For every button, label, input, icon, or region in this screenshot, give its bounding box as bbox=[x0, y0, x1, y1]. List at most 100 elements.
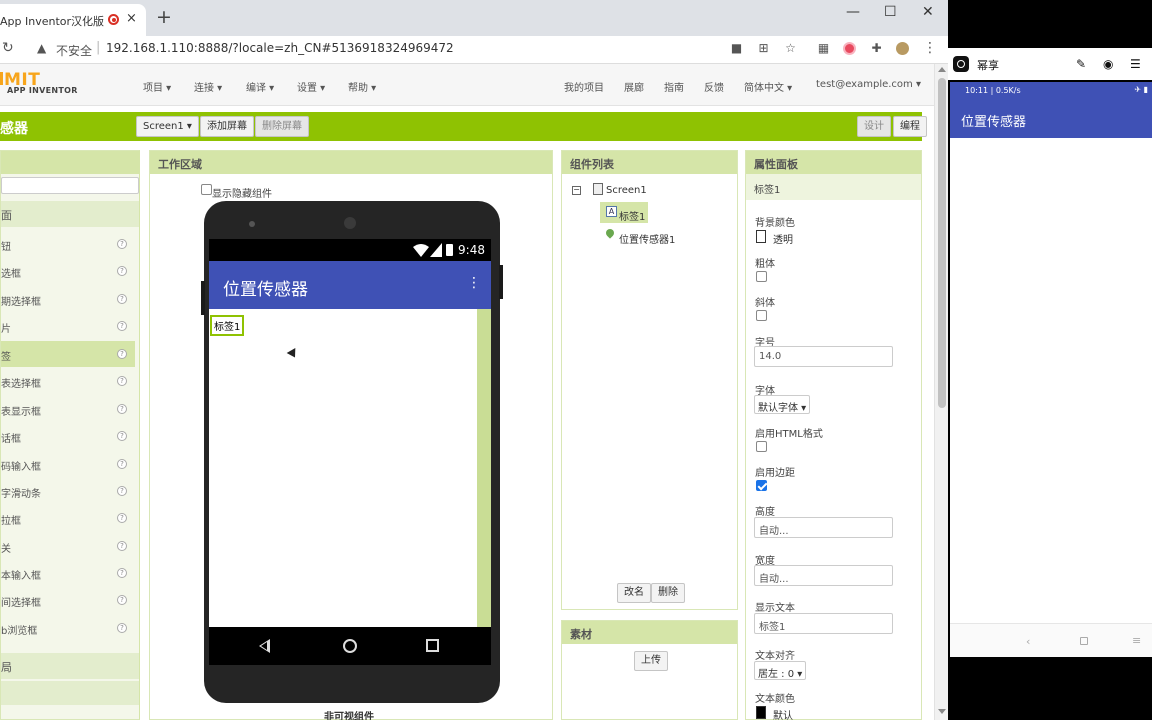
account-dropdown[interactable]: test@example.com ▾ bbox=[816, 79, 921, 90]
minimize-icon[interactable]: — bbox=[846, 4, 860, 20]
menu-settings[interactable]: 设置 ▾ bbox=[297, 79, 325, 94]
html-format-checkbox[interactable] bbox=[756, 441, 767, 452]
has-margins-checkbox[interactable] bbox=[756, 480, 767, 491]
add-screen-button[interactable]: 添加屏幕 bbox=[200, 116, 254, 137]
browser-menu-icon[interactable]: ⋮ bbox=[923, 41, 937, 55]
palette-item[interactable]: 字滑动条? bbox=[1, 478, 135, 504]
help-icon[interactable]: ? bbox=[117, 541, 127, 551]
bg-color-swatch[interactable] bbox=[756, 230, 766, 243]
palette-category-next[interactable] bbox=[1, 681, 139, 705]
help-icon[interactable]: ? bbox=[117, 404, 127, 414]
help-icon[interactable]: ? bbox=[117, 623, 127, 633]
record-icon[interactable]: ◉ bbox=[1103, 57, 1113, 71]
mirror-app-body[interactable] bbox=[950, 138, 1152, 623]
menu-build[interactable]: 编译 ▾ bbox=[246, 79, 274, 94]
camera-icon[interactable]: ■ bbox=[730, 42, 743, 55]
remove-screen-button[interactable]: 删除屏幕 bbox=[255, 116, 309, 137]
help-icon[interactable]: ? bbox=[117, 239, 127, 249]
language-dropdown[interactable]: 简体中文 ▾ bbox=[744, 79, 792, 94]
show-hidden-checkbox[interactable] bbox=[201, 184, 212, 195]
text-align-dropdown[interactable]: 居左 : 0 ▾ bbox=[754, 661, 807, 680]
scroll-up-icon[interactable] bbox=[938, 67, 946, 72]
help-icon[interactable]: ? bbox=[117, 349, 127, 359]
menu-connect[interactable]: 连接 ▾ bbox=[194, 79, 222, 94]
collapse-icon[interactable]: − bbox=[572, 186, 581, 195]
palette-search-input[interactable] bbox=[1, 177, 139, 194]
mirror-home-icon[interactable] bbox=[1080, 637, 1088, 645]
qr-code-icon[interactable]: ▦ bbox=[817, 42, 830, 55]
text-color-swatch[interactable] bbox=[756, 706, 766, 719]
delete-button[interactable]: 删除 bbox=[651, 583, 685, 603]
tree-item-label1[interactable]: 标签1 bbox=[619, 208, 645, 223]
reload-icon[interactable]: ↻ bbox=[2, 40, 14, 56]
help-icon[interactable]: ? bbox=[117, 294, 127, 304]
palette-category-layout[interactable]: 局 bbox=[1, 653, 139, 679]
tab-close-icon[interactable]: × bbox=[126, 11, 137, 26]
help-icon[interactable]: ? bbox=[117, 513, 127, 523]
palette-item[interactable]: 间选择框? bbox=[1, 587, 135, 613]
menu-project[interactable]: 项目 ▾ bbox=[143, 79, 171, 94]
palette-item[interactable]: 本输入框? bbox=[1, 560, 135, 586]
label1-component[interactable]: 标签1 bbox=[210, 315, 245, 336]
designer-button[interactable]: 设计 bbox=[857, 116, 891, 137]
blocks-button[interactable]: 编程 bbox=[893, 116, 927, 137]
tree-item-location-sensor1[interactable]: 位置传感器1 bbox=[619, 231, 675, 246]
mirror-menu-nav-icon[interactable]: ≡ bbox=[1132, 634, 1141, 647]
profile-avatar[interactable] bbox=[896, 42, 909, 55]
install-icon[interactable]: ⊞ bbox=[757, 42, 770, 55]
phone-screen-body[interactable]: 标签1 bbox=[209, 309, 491, 627]
scroll-down-icon[interactable] bbox=[938, 709, 946, 714]
rename-button[interactable]: 改名 bbox=[617, 583, 651, 603]
help-icon[interactable]: ? bbox=[117, 568, 127, 578]
mirror-phone-screen[interactable]: 10:11 | 0.5K/s ✈ ▮ 位置传感器 ‹ ≡ bbox=[950, 82, 1152, 657]
height-input[interactable]: 自动... bbox=[754, 517, 893, 538]
palette-item[interactable]: 期选择框? bbox=[1, 286, 135, 312]
help-icon[interactable]: ? bbox=[117, 486, 127, 496]
palette-item[interactable]: 拉框? bbox=[1, 505, 135, 531]
browser-tab[interactable]: App Inventor汉化版 × bbox=[0, 4, 146, 36]
palette-item[interactable]: 表选择框? bbox=[1, 368, 135, 394]
upload-button[interactable]: 上传 bbox=[634, 651, 668, 671]
screen-dropdown[interactable]: Screen1 ▾ bbox=[136, 116, 199, 137]
palette-item[interactable]: 选框? bbox=[1, 258, 135, 284]
text-input[interactable]: 标签1 bbox=[754, 613, 893, 634]
brush-icon[interactable]: ✎ bbox=[1076, 57, 1086, 71]
palette-item[interactable]: 片? bbox=[1, 313, 135, 339]
help-icon[interactable]: ? bbox=[117, 376, 127, 386]
page-scrollbar[interactable] bbox=[934, 64, 948, 720]
bookmark-star-icon[interactable]: ☆ bbox=[784, 42, 797, 55]
window-close-icon[interactable]: ✕ bbox=[922, 4, 934, 20]
text-color-value[interactable]: 默认 bbox=[773, 707, 793, 720]
link-guide[interactable]: 指南 bbox=[664, 79, 684, 94]
italic-checkbox[interactable] bbox=[756, 310, 767, 321]
width-input[interactable]: 自动... bbox=[754, 565, 893, 586]
bold-checkbox[interactable] bbox=[756, 271, 767, 282]
mirror-menu-icon[interactable]: ☰ bbox=[1130, 57, 1141, 71]
help-icon[interactable]: ? bbox=[117, 321, 127, 331]
font-dropdown[interactable]: 默认字体 ▾ bbox=[754, 395, 811, 414]
link-feedback[interactable]: 反馈 bbox=[704, 79, 724, 94]
link-gallery[interactable]: 展廊 bbox=[624, 79, 644, 94]
palette-category-ui[interactable]: 面 bbox=[1, 201, 139, 227]
palette-item[interactable]: 码输入框? bbox=[1, 451, 135, 477]
tree-item-screen1[interactable]: Screen1 bbox=[606, 185, 647, 196]
insecure-label[interactable]: 不安全 bbox=[56, 42, 92, 59]
mirror-back-icon[interactable]: ‹ bbox=[1026, 635, 1030, 648]
phone-app-bar[interactable]: 位置传感器 ⋮ bbox=[209, 261, 491, 309]
palette-item[interactable]: 钮? bbox=[1, 231, 135, 257]
help-icon[interactable]: ? bbox=[117, 595, 127, 605]
maximize-icon[interactable]: ☐ bbox=[884, 4, 897, 20]
palette-item[interactable]: b浏览框? bbox=[1, 615, 135, 641]
extensions-icon[interactable]: ✚ bbox=[870, 42, 883, 55]
palette-item[interactable]: 话框? bbox=[1, 423, 135, 449]
url-field[interactable]: 192.168.1.110:8888/?locale=zh_CN#5136918… bbox=[106, 41, 454, 55]
scrollbar-thumb[interactable] bbox=[938, 78, 946, 408]
palette-item-label-selected[interactable]: 签? bbox=[1, 341, 135, 367]
help-icon[interactable]: ? bbox=[117, 459, 127, 469]
help-icon[interactable]: ? bbox=[117, 266, 127, 276]
menu-help[interactable]: 帮助 ▾ bbox=[348, 79, 376, 94]
warning-icon[interactable]: ▲ bbox=[37, 41, 46, 55]
palette-item[interactable]: 关? bbox=[1, 533, 135, 559]
record-extension-icon[interactable] bbox=[843, 42, 856, 55]
link-my-projects[interactable]: 我的项目 bbox=[564, 79, 604, 94]
